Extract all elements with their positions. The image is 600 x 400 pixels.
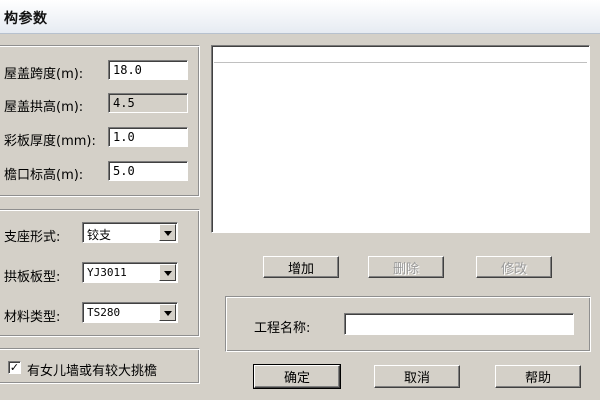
thickness-label: 彩板厚度(mm): [4,134,96,149]
material-type-select[interactable]: TS280 [82,302,178,323]
add-button[interactable]: 增加 [263,256,339,278]
panel-profile-value: YJ3011 [87,266,127,279]
thickness-input[interactable]: 1.0 [108,127,188,147]
cancel-button[interactable]: 取消 [374,365,460,388]
project-list[interactable] [211,45,590,233]
window-title: 构参数 [4,11,48,27]
panel-profile-label: 拱板板型: [4,270,61,285]
parapet-checkbox-label[interactable]: 有女儿墙或有较大挑檐 [27,360,157,379]
parapet-checkbox[interactable]: ✓ [8,361,21,374]
eave-height-label: 檐口标高(m): [4,168,84,183]
chevron-down-icon[interactable] [159,304,176,321]
span-input[interactable]: 18.0 [108,60,188,80]
project-name-input[interactable] [344,313,574,335]
ok-button[interactable]: 确定 [253,364,341,389]
project-name-label: 工程名称: [254,321,311,336]
title-bar[interactable]: 构参数 [0,0,600,34]
support-type-label: 支座形式: [4,230,61,245]
rise-label: 屋盖拱高(m): [4,100,84,115]
panel-profile-select[interactable]: YJ3011 [82,262,178,283]
span-label: 屋盖跨度(m): [4,67,84,82]
list-header [214,48,587,63]
chevron-down-icon[interactable] [159,224,176,241]
delete-button[interactable]: 删除 [368,256,444,278]
modify-button[interactable]: 修改 [476,256,552,278]
help-button[interactable]: 帮助 [495,365,581,388]
support-type-select[interactable]: 铰支 [82,222,178,243]
parameter-dialog: 构参数 屋盖跨度(m): 18.0 屋盖拱高(m): 4.5 彩板厚度(mm):… [0,0,600,400]
material-type-value: TS280 [87,306,121,319]
rise-input[interactable]: 4.5 [108,93,188,113]
chevron-down-icon[interactable] [159,264,176,281]
eave-height-input[interactable]: 5.0 [108,161,188,181]
material-type-label: 材料类型: [4,310,61,325]
support-type-value: 铰支 [87,228,112,242]
